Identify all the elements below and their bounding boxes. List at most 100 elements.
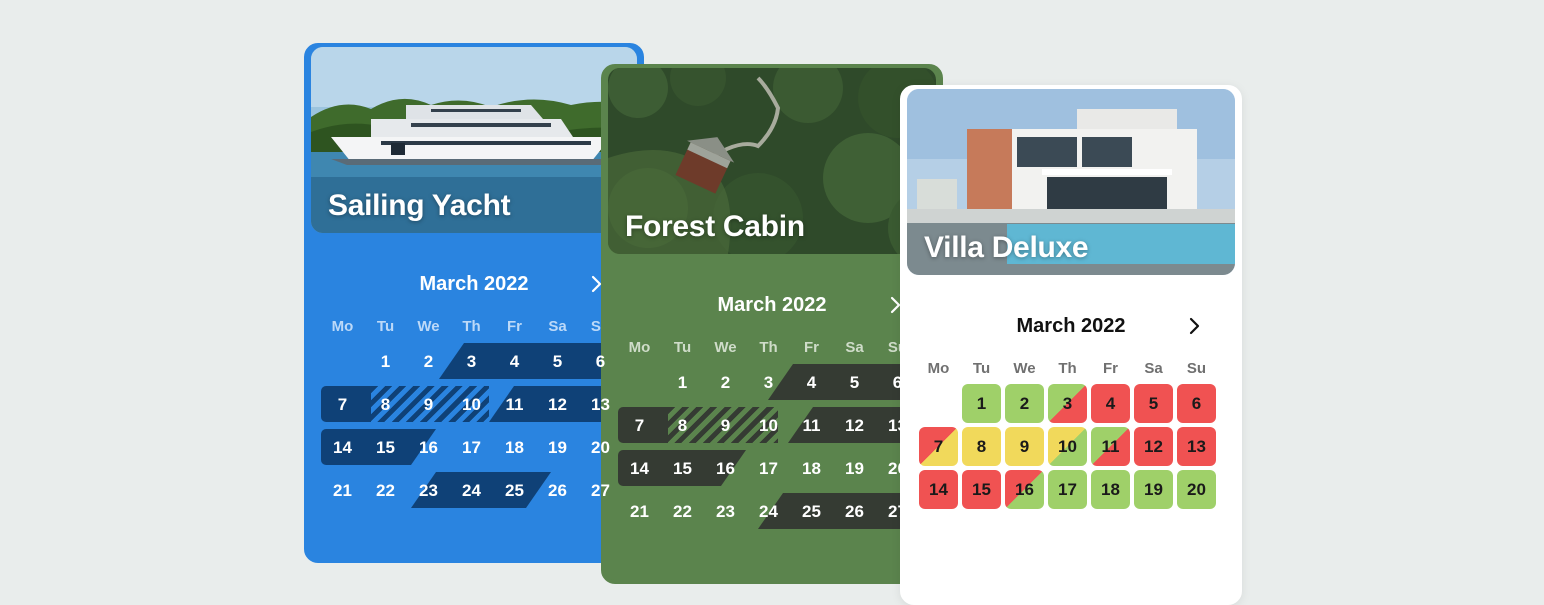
day-cell[interactable]: 8 [960,425,1003,468]
day-cell[interactable]: 22 [661,490,704,533]
day-cell[interactable]: 12 [536,383,579,426]
day-cell[interactable]: 11 [1089,425,1132,468]
day-cell[interactable]: 1 [960,382,1003,425]
calendar-week-row: 1 2 3 4 5 6 [618,361,939,404]
weekday-label: Sa [548,318,567,335]
weekday-label: Sa [1144,360,1163,377]
day-cell[interactable]: 9 [1003,425,1046,468]
day-cell[interactable]: 3 [450,340,493,383]
day-cell[interactable]: 17 [1046,468,1089,511]
day-cell[interactable] [618,361,661,404]
day-cell[interactable]: 4 [790,361,833,404]
day-cell[interactable]: 14 [917,468,960,511]
day-cell[interactable]: 13 [1175,425,1218,468]
day-cell[interactable]: 19 [833,447,876,490]
day-cell[interactable]: 5 [1132,382,1175,425]
weekday-label: Fr [1103,360,1118,377]
day-cell[interactable]: 11 [790,404,833,447]
day-cell[interactable]: 26 [536,469,579,512]
weekday-label: Su [1186,360,1207,377]
day-cell[interactable]: 15 [364,426,407,469]
day-cell[interactable]: 21 [618,490,661,533]
day-cell[interactable]: 23 [704,490,747,533]
calendar-week-row: 1 2 3 4 5 6 [321,340,640,383]
weekday-label: Mo [927,360,950,377]
day-cell[interactable]: 16 [407,426,450,469]
hero-image-yacht: Sailing Yacht [311,47,637,233]
day-cell[interactable]: 23 [407,469,450,512]
calendar-grid: Mo Tu We Th Fr Sa Su 1 2 3 4 5 6 7 8 9 1… [917,356,1238,511]
day-cell[interactable]: 19 [1132,468,1175,511]
day-cell[interactable]: 5 [833,361,876,404]
day-cell[interactable]: 1 [661,361,704,404]
day-cell[interactable]: 21 [321,469,364,512]
day-cell[interactable]: 24 [747,490,790,533]
calendar-card-villa-deluxe: Villa Deluxe March 2022 Mo Tu We Th Fr S… [900,85,1242,605]
day-cell[interactable]: 22 [364,469,407,512]
day-cell[interactable]: 26 [833,490,876,533]
weekday-label: Th [462,318,481,335]
day-cell[interactable]: 1 [364,340,407,383]
day-cell[interactable]: 18 [493,426,536,469]
calendar-week-row: 14 15 16 17 18 19 20 [917,468,1238,511]
weekday-label: We [714,339,737,356]
calendar-card-forest-cabin: Forest Cabin March 2022 Mo Tu We Th Fr S… [601,64,943,584]
day-cell[interactable]: 24 [450,469,493,512]
day-cell[interactable]: 14 [618,447,661,490]
day-cell[interactable]: 14 [321,426,364,469]
weekday-label: Th [759,339,778,356]
day-cell[interactable]: 11 [493,383,536,426]
month-label: March 2022 [419,273,529,295]
day-cell[interactable]: 2 [407,340,450,383]
day-cell[interactable]: 10 [1046,425,1089,468]
month-label: March 2022 [717,294,827,316]
day-cell[interactable]: 19 [536,426,579,469]
day-cell[interactable]: 2 [704,361,747,404]
day-cell[interactable]: 7 [618,404,661,447]
weekday-label: Sa [845,339,864,356]
day-cell[interactable]: 6 [1175,382,1218,425]
calendar-card-sailing-yacht: Sailing Yacht March 2022 Mo Tu We Th Fr … [304,43,644,563]
day-cell[interactable]: 18 [1089,468,1132,511]
day-cell[interactable]: 3 [1046,382,1089,425]
day-cell[interactable]: 17 [450,426,493,469]
day-cell[interactable]: 3 [747,361,790,404]
day-cell[interactable]: 9 [704,404,747,447]
weekday-label: We [1013,360,1036,377]
day-cell[interactable]: 16 [1003,468,1046,511]
day-cell[interactable]: 20 [1175,468,1218,511]
day-cell[interactable]: 8 [661,404,704,447]
day-cell[interactable]: 25 [493,469,536,512]
day-cell[interactable]: 10 [747,404,790,447]
weekday-label: We [417,318,440,335]
listing-title: Villa Deluxe [924,231,1089,264]
calendar-week-row: 7 8 9 10 11 12 13 [618,404,939,447]
day-cell[interactable]: 17 [747,447,790,490]
listing-title: Sailing Yacht [328,189,511,222]
day-cell[interactable]: 16 [704,447,747,490]
weekday-label: Fr [804,339,819,356]
day-cell[interactable]: 10 [450,383,493,426]
day-cell[interactable]: 5 [536,340,579,383]
day-cell[interactable]: 18 [790,447,833,490]
day-cell[interactable]: 8 [364,383,407,426]
day-cell[interactable]: 2 [1003,382,1046,425]
day-cell[interactable]: 9 [407,383,450,426]
day-cell[interactable]: 12 [1132,425,1175,468]
day-cell[interactable]: 7 [321,383,364,426]
day-cell[interactable] [321,340,364,383]
month-label: March 2022 [1016,315,1126,337]
weekday-label: Mo [628,339,651,356]
calendar-week-row: 7 8 9 10 11 12 13 [917,425,1238,468]
chevron-right-icon[interactable] [1182,314,1206,338]
day-cell[interactable]: 15 [661,447,704,490]
day-cell[interactable]: 4 [1089,382,1132,425]
calendar-grid: Mo Tu We Th Fr Sa Su 1 2 3 4 5 6 7 8 9 1… [618,335,939,533]
day-cell[interactable]: 12 [833,404,876,447]
calendar-week-row: 21 22 23 24 25 26 27 [618,490,939,533]
day-cell[interactable]: 25 [790,490,833,533]
day-cell[interactable]: 4 [493,340,536,383]
day-cell[interactable]: 15 [960,468,1003,511]
weekday-label: Tu [376,318,395,335]
day-cell[interactable]: 7 [917,425,960,468]
